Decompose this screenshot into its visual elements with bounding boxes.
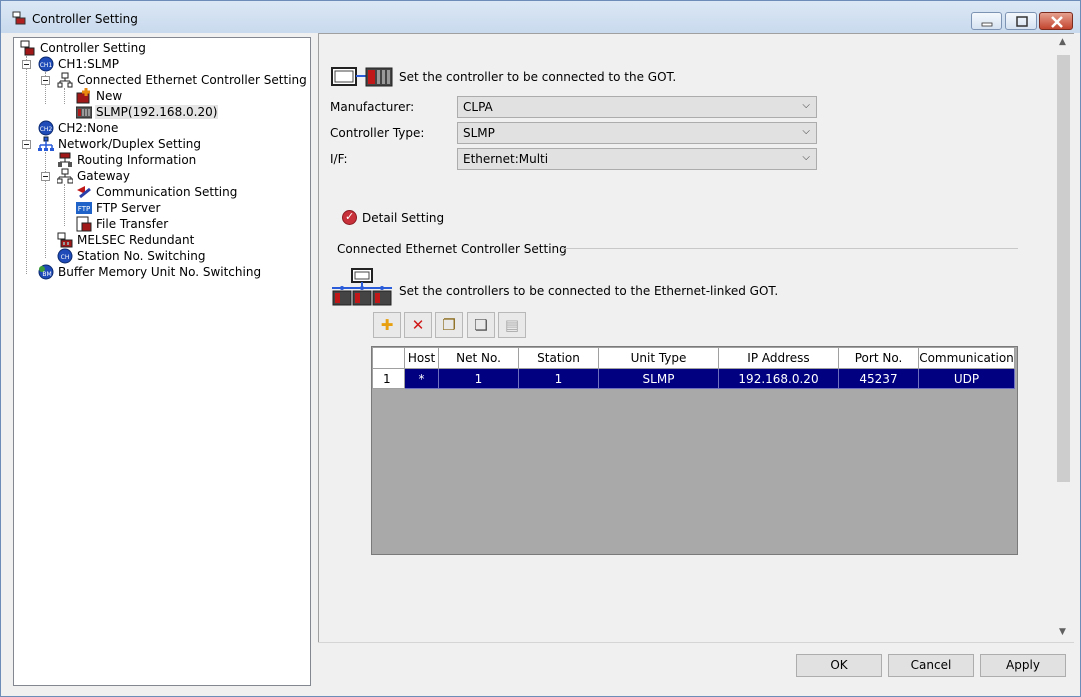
grid-header-row: Host Net No. Station Unit Type IP Addres… — [372, 347, 1015, 369]
if-select[interactable]: Ethernet:Multi ⌵ — [457, 148, 817, 170]
controller-setting-icon — [20, 40, 36, 56]
routing-icon — [57, 152, 73, 168]
network-icon — [57, 72, 73, 88]
ethernet-intro-text: Set the controllers to be connected to t… — [399, 284, 779, 298]
station-switch-icon: CH — [57, 248, 73, 264]
controller-type-select[interactable]: SLMP ⌵ — [457, 122, 817, 144]
group-title: Connected Ethernet Controller Setting — [337, 242, 567, 256]
column-header-communication[interactable]: Communication — [918, 347, 1015, 369]
add-controller-button[interactable]: ✚ — [373, 312, 401, 338]
chevron-down-icon: ⌵ — [802, 100, 810, 111]
buffer-memory-icon: BM — [38, 264, 54, 280]
add-icon: ✚ — [380, 316, 394, 334]
controller-setting-window: Controller Setting Controller Setting CH… — [0, 0, 1081, 697]
collapse-ethernet-toggle[interactable] — [41, 76, 50, 85]
cell-station[interactable]: 1 — [518, 368, 599, 389]
column-header-ip-address[interactable]: IP Address — [718, 347, 839, 369]
got-controller-connection-icon — [331, 66, 393, 91]
scroll-thumb[interactable] — [1057, 55, 1070, 482]
apply-button[interactable]: Apply — [980, 654, 1066, 677]
paste-icon: ▤ — [504, 316, 520, 334]
svg-text:CH: CH — [61, 254, 70, 261]
chevron-down-icon: ⌵ — [802, 126, 810, 137]
collapse-gateway-toggle[interactable] — [41, 172, 50, 181]
window-title: Controller Setting — [32, 12, 138, 26]
column-header-unit-type[interactable]: Unit Type — [598, 347, 719, 369]
network-duplex-icon — [38, 136, 54, 152]
copy-icon: ❐ — [442, 316, 456, 334]
svg-text:BM: BM — [42, 271, 51, 278]
intro-text: Set the controller to be connected to th… — [399, 70, 677, 84]
collapse-ch1-toggle[interactable] — [22, 60, 31, 69]
manufacturer-select[interactable]: CLPA ⌵ — [457, 96, 817, 118]
group-divider — [561, 248, 1018, 249]
ch2-icon: CH2 — [38, 120, 54, 136]
chevron-down-icon: ⌵ — [802, 152, 810, 163]
cell-net-no[interactable]: 1 — [438, 368, 519, 389]
detail-setting-label: Detail Setting — [362, 211, 445, 225]
settings-tree[interactable]: Controller Setting CH1 CH1:SLMP Connecte… — [13, 37, 311, 686]
copy-controller-button[interactable]: ❐ — [435, 312, 463, 338]
plc-icon — [75, 104, 93, 120]
footer-divider — [318, 642, 1074, 643]
cell-unit-type[interactable]: SLMP — [598, 368, 719, 389]
maximize-button[interactable] — [1005, 12, 1037, 30]
duplicate-controller-button[interactable]: ❏ — [467, 312, 495, 338]
cell-ip-address[interactable]: 192.168.0.20 — [718, 368, 839, 389]
ok-button[interactable]: OK — [796, 654, 882, 677]
new-controller-icon — [76, 88, 92, 104]
gateway-icon — [56, 168, 74, 184]
controller-type-label: Controller Type: — [330, 126, 425, 140]
row-number[interactable]: 1 — [372, 368, 405, 389]
title-bar: Controller Setting — [1, 1, 1080, 33]
duplicate-icon: ❏ — [474, 316, 488, 334]
cell-host[interactable]: * — [404, 368, 439, 389]
cell-port-no[interactable]: 45237 — [838, 368, 919, 389]
cell-communication[interactable]: UDP — [918, 368, 1015, 389]
cancel-button[interactable]: Cancel — [888, 654, 974, 677]
minimize-button[interactable] — [971, 12, 1002, 30]
detail-setting-button[interactable]: Detail Setting — [342, 210, 445, 228]
column-header-host[interactable]: Host — [404, 347, 439, 369]
column-header-port-no[interactable]: Port No. — [838, 347, 919, 369]
scroll-down-icon[interactable]: ▼ — [1059, 627, 1066, 637]
svg-text:CH2: CH2 — [40, 126, 53, 133]
if-label: I/F: — [330, 152, 348, 166]
manufacturer-label: Manufacturer: — [330, 100, 415, 114]
grid-corner-cell — [372, 347, 405, 369]
scroll-up-icon[interactable]: ▲ — [1059, 37, 1066, 47]
svg-text:CH1: CH1 — [40, 62, 53, 69]
detail-setting-icon — [342, 210, 357, 225]
svg-text:FTP: FTP — [78, 205, 90, 213]
app-icon — [12, 11, 26, 28]
collapse-network-toggle[interactable] — [22, 140, 31, 149]
controller-grid[interactable]: Host Net No. Station Unit Type IP Addres… — [371, 346, 1018, 555]
ethernet-network-icon — [331, 268, 393, 309]
close-button[interactable] — [1039, 12, 1073, 30]
paste-controller-button[interactable]: ▤ — [498, 312, 526, 338]
column-header-net-no[interactable]: Net No. — [438, 347, 519, 369]
ch1-icon: CH1 — [38, 56, 54, 72]
delete-icon: ✕ — [411, 316, 425, 334]
file-transfer-icon — [76, 216, 92, 232]
vertical-scrollbar[interactable]: ▲ ▼ — [1055, 34, 1072, 641]
delete-controller-button[interactable]: ✕ — [404, 312, 432, 338]
column-header-station[interactable]: Station — [518, 347, 599, 369]
communication-icon — [76, 184, 92, 200]
redundant-icon — [57, 232, 73, 248]
ftp-icon: FTP — [76, 200, 92, 216]
table-row[interactable]: 1 * 1 1 SLMP 192.168.0.20 45237 UDP — [372, 368, 1015, 389]
